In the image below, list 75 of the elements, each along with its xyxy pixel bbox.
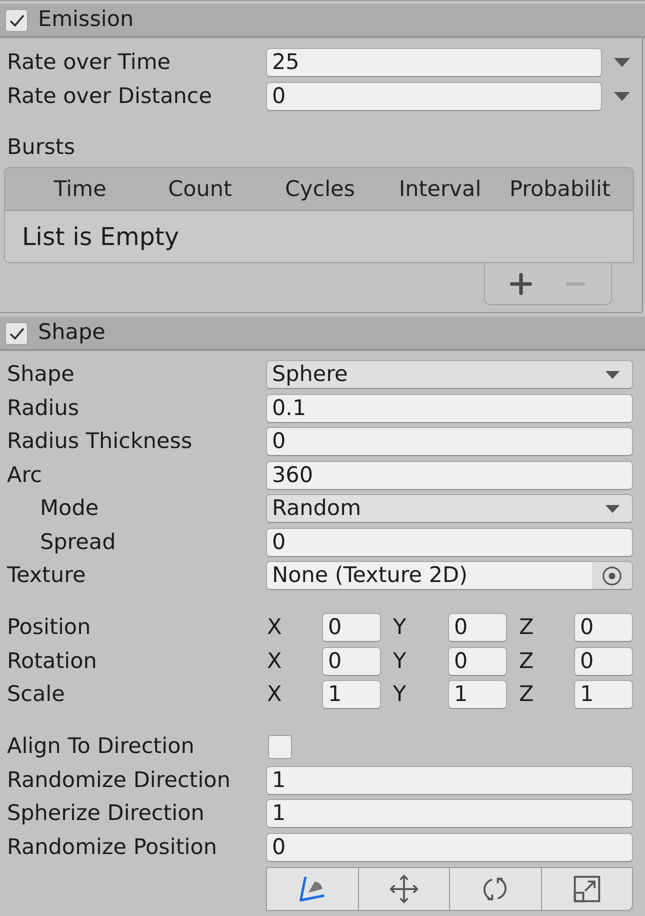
field-label: Position xyxy=(7,615,91,640)
caret-icon xyxy=(605,504,620,513)
caret-icon xyxy=(605,370,620,379)
edit-shape-button[interactable] xyxy=(266,867,358,911)
number-field[interactable]: 0 xyxy=(448,646,507,676)
number-field[interactable]: 1 xyxy=(448,680,507,710)
number-field[interactable]: 0 xyxy=(266,528,633,557)
column-header: Probabilit xyxy=(510,176,610,202)
field-label: Scale xyxy=(7,682,65,708)
object-field[interactable]: None (Texture 2D) xyxy=(266,561,633,590)
plus-icon xyxy=(510,272,532,294)
move-arrows-icon xyxy=(388,874,419,904)
number-field[interactable]: 0 xyxy=(266,82,602,110)
field-label: Rate over Distance xyxy=(7,84,212,108)
scale-tool-button[interactable] xyxy=(542,867,633,911)
checkbox[interactable] xyxy=(5,322,28,344)
number-field[interactable]: 0 xyxy=(322,646,381,676)
section-title: Emission xyxy=(38,9,134,31)
axis-label: Z xyxy=(519,648,534,674)
field-label: Rotation xyxy=(7,648,97,674)
field-label: Randomize Direction xyxy=(7,768,230,793)
number-field[interactable]: 0 xyxy=(266,427,633,456)
number-field[interactable]: 1 xyxy=(574,680,633,710)
scale-box-icon xyxy=(572,874,602,904)
field-label: Mode xyxy=(40,496,99,522)
axis-label: X xyxy=(267,648,282,674)
rotate-tool-button[interactable] xyxy=(450,867,542,911)
field-label: Spherize Direction xyxy=(7,801,204,826)
checkbox[interactable] xyxy=(268,734,292,759)
axis-label: X xyxy=(267,615,282,640)
axis-label: Y xyxy=(393,648,406,674)
checkbox[interactable] xyxy=(5,8,28,32)
axis-label: Y xyxy=(393,615,406,640)
dropdown[interactable]: Random xyxy=(266,494,633,524)
section-title: Shape xyxy=(38,322,106,344)
caret-icon[interactable] xyxy=(614,92,630,100)
axis-label: Y xyxy=(393,682,406,708)
number-field[interactable]: 360 xyxy=(266,460,633,490)
section-header[interactable]: Emission xyxy=(0,4,645,38)
field-label: Texture xyxy=(7,563,86,588)
number-field[interactable]: 0 xyxy=(574,613,633,642)
axis-label: Z xyxy=(519,615,534,640)
empty-list-message: List is Empty xyxy=(22,222,179,251)
field-label: Randomize Position xyxy=(7,834,218,860)
column-header: Time xyxy=(54,176,106,202)
number-field[interactable]: 0 xyxy=(574,646,633,676)
section-label: Bursts xyxy=(7,134,76,160)
number-field[interactable]: 0.1 xyxy=(266,394,633,423)
number-field[interactable]: 0 xyxy=(266,832,633,862)
field-label: Shape xyxy=(7,362,74,388)
column-header: Count xyxy=(168,176,232,202)
number-field[interactable]: 1 xyxy=(322,680,381,710)
checkmark-icon xyxy=(8,326,24,340)
number-field[interactable]: 0 xyxy=(448,613,507,642)
field-label: Radius Thickness xyxy=(7,429,192,454)
number-field[interactable]: 1 xyxy=(266,766,633,795)
axis-label: Z xyxy=(519,682,534,708)
number-field[interactable]: 1 xyxy=(266,799,633,828)
field-label: Align To Direction xyxy=(7,734,194,760)
field-label: Arc xyxy=(7,462,42,488)
caret-icon[interactable] xyxy=(614,58,630,66)
number-field[interactable]: 25 xyxy=(266,48,602,76)
field-label: Spread xyxy=(40,530,116,555)
axis-label: X xyxy=(267,682,282,708)
dropdown[interactable]: Sphere xyxy=(266,360,633,390)
number-field[interactable]: 0 xyxy=(322,613,381,642)
checkmark-icon xyxy=(8,14,24,26)
field-label: Rate over Time xyxy=(7,50,171,74)
cone-axes-icon xyxy=(297,874,328,904)
column-header: Interval xyxy=(398,176,482,202)
move-tool-button[interactable] xyxy=(358,867,450,911)
section-header[interactable]: Shape xyxy=(0,317,645,351)
field-label: Radius xyxy=(7,396,80,421)
column-header: Cycles xyxy=(285,176,355,202)
target-icon[interactable] xyxy=(592,562,632,590)
